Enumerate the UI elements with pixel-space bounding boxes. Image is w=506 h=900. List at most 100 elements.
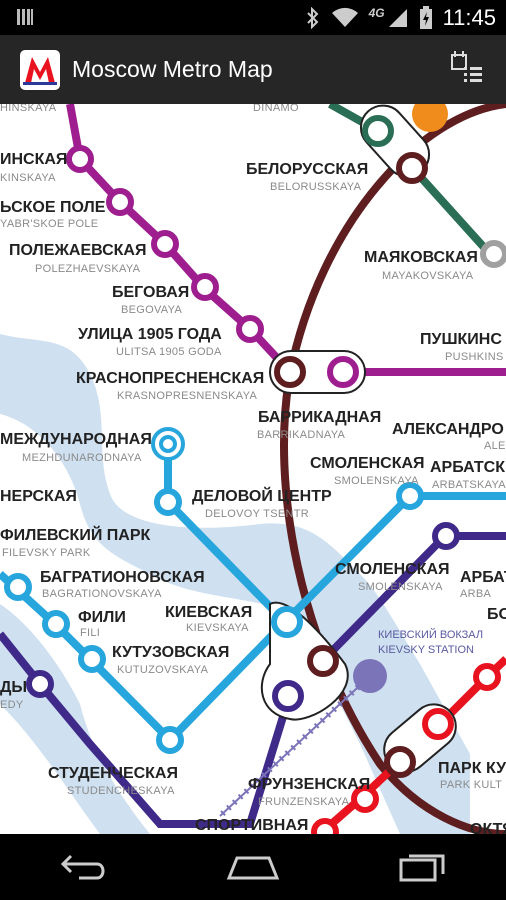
- station-smolenskaya-top[interactable]: [396, 482, 424, 510]
- label-ru-filevsky: ФИЛЕВСКИЙ ПАРК: [0, 525, 150, 544]
- label-en-frunzenskaya: FRUNZENSKAYA: [258, 796, 350, 808]
- label-ru-aleksandrovsky: АЛЕКСАНДРО: [392, 421, 504, 438]
- label-en-ninskaya: KINSKAYA: [0, 172, 56, 184]
- label-en-filevsky: FILEVSKY PARK: [2, 547, 91, 559]
- home-icon: [226, 856, 280, 880]
- label-ru-smolenskaya-top: СМОЛЕНСКАЯ: [310, 455, 425, 472]
- station-red-1[interactable]: [473, 663, 501, 691]
- status-bar: 4G 11:45: [0, 0, 506, 35]
- station-filevsky[interactable]: [4, 573, 32, 601]
- station-edy[interactable]: [26, 670, 54, 698]
- app-title: Moscow Metro Map: [72, 56, 273, 82]
- navigation-bar: [0, 834, 506, 900]
- label-ru-krasnopresnenskaya: КРАСНОПРЕСНЕНСКАЯ: [76, 370, 264, 387]
- label-ru-oktya-partial: ОКТЯ: [470, 821, 506, 834]
- back-icon: [61, 854, 105, 880]
- station-smolenskaya-mid[interactable]: [432, 522, 460, 550]
- station-delovoy[interactable]: [154, 488, 182, 516]
- label-ru-frunzenskaya: ФРУНЗЕНСКАЯ: [248, 776, 370, 793]
- label-ru-begovaya: БЕГОВАЯ: [112, 284, 189, 301]
- label-ru-delovoy: ДЕЛОВОЙ ЦЕНТР: [192, 486, 332, 505]
- station-fili[interactable]: [78, 645, 106, 673]
- wifi-icon: [331, 7, 358, 27]
- label-en-mayakovskaya: MAYAKOVSKAYA: [382, 270, 474, 282]
- label-ru-polezhaevskaya: ПОЛЕЖАЕВСКАЯ: [9, 242, 146, 259]
- label-ru-mayakovskaya: МАЯКОВСКАЯ: [364, 249, 478, 266]
- label-en-arbat-mid: ARBA: [460, 588, 492, 600]
- label-en-pushkinskaya: PUSHKINS: [445, 351, 504, 363]
- label-ru-ulitsa1905: УЛИЦА 1905 ГОДА: [78, 326, 222, 343]
- label-en-kutuzovskaya: KUTUZOVSKAYA: [117, 664, 209, 676]
- bluetooth-icon: [306, 6, 318, 29]
- label-ru-kutuzovskaya: КУТУЗОВСКАЯ: [112, 644, 229, 661]
- kievsky-vokzal-marker[interactable]: [353, 659, 387, 693]
- label-en-fili: FILI: [80, 627, 100, 639]
- label-ru-polye: ЬСКОЕ ПОЛЕ: [0, 199, 106, 216]
- station-bagrationovskaya[interactable]: [42, 610, 70, 638]
- label-en-polye: YABR'SKOE POLE: [0, 218, 98, 230]
- interchange-krasnopresnenskaya[interactable]: [269, 350, 366, 394]
- label-en-krasnopresnenskaya: KRASNOPRESNENSKAYA: [117, 390, 257, 402]
- label-ru-smolenskaya-mid: СМОЛЕНСКАЯ: [335, 561, 450, 578]
- label-ru-arbatskaya-top: АРБАТСК: [430, 459, 505, 476]
- label-en-park-kultury: PARK KULT: [440, 779, 502, 791]
- back-button[interactable]: [49, 847, 119, 887]
- label-ru-arbat-mid: АРБАТ: [460, 569, 506, 586]
- label-ru-ninskaya: ИНСКАЯ: [0, 151, 67, 168]
- signal-icon: [388, 8, 407, 27]
- station-studencheskaya[interactable]: [156, 726, 184, 754]
- label-ru-kievskaya: КИЕВСКАЯ: [165, 604, 252, 621]
- label-en-begovaya: BEGOVAYA: [121, 304, 182, 316]
- label-ru-park-kultury: ПАРК КУ: [438, 760, 506, 777]
- label-ru-studencheskaya: СТУДЕНЧЕСКАЯ: [48, 765, 178, 782]
- label-ru-kievsky-vokzal: КИЕВСКИЙ ВОКЗАЛ: [378, 628, 483, 641]
- network-type: 4G: [368, 5, 385, 20]
- station-list-button[interactable]: [450, 49, 486, 89]
- label-en-belorusskaya: BELORUSSKAYA: [270, 181, 362, 193]
- label-en-kievskaya: KIEVSKAYA: [186, 622, 249, 634]
- label-en-bagrationovskaya: BAGRATIONOVSKAYA: [42, 588, 162, 600]
- label-en-edy: EDY: [0, 699, 24, 711]
- clock: 11:45: [442, 4, 496, 30]
- label-en-delovoy: DELOVOY TSENTR: [205, 508, 309, 520]
- recents-icon: [399, 854, 445, 882]
- station-mezhdunarodnaya[interactable]: [151, 427, 185, 461]
- label-en-polezhaevskaya: POLEZHAEVSKAYA: [35, 263, 141, 275]
- station-red-3[interactable]: [311, 818, 339, 834]
- label-ru-belorusskaya: БЕЛОРУССКАЯ: [246, 161, 368, 178]
- label-en-smolenskaya-top: SMOLENSKAYA: [334, 475, 419, 487]
- calendar-list-icon: [451, 51, 482, 82]
- label-en-kievsky-vokzal: KIEVSKY STATION: [378, 644, 474, 656]
- battery-icon: [419, 5, 432, 29]
- home-button[interactable]: [218, 847, 288, 887]
- label-en-ulitsa1905: ULITSA 1905 GODA: [116, 346, 222, 358]
- label-en-arbatskaya-top: ARBATSKAYA: [432, 479, 506, 491]
- label-en-mezhdunarodnaya: MEZHDUNARODNAYA: [22, 452, 142, 464]
- label-en-top-partial: HINSKAYA: [0, 104, 57, 114]
- label-ru-sportivnaya: СПОРТИВНАЯ: [195, 817, 308, 834]
- action-bar: Moscow Metro Map: [0, 35, 506, 104]
- label-ru-vystavochnaya: НЕРСКАЯ: [0, 488, 77, 505]
- label-ru-bagrationovskaya: БАГРАТИОНОВСКАЯ: [40, 569, 205, 586]
- station-mayakovskaya[interactable]: [480, 240, 506, 268]
- label-ru-bo-partial: БО: [487, 606, 506, 623]
- label-en-aleksandrovsky: ALE: [484, 440, 506, 452]
- label-ru-pushkinskaya: ПУШКИНС: [420, 331, 502, 348]
- label-ru-mezhdunarodnaya: МЕЖДУНАРОДНАЯ: [0, 431, 152, 448]
- label-ru-fili: ФИЛИ: [78, 609, 126, 626]
- metro-map-canvas[interactable]: HINSKAYA DINAMO ИНСКАЯ KINSKAYA ЬСКОЕ ПО…: [0, 104, 506, 834]
- station-polezhaevskaya[interactable]: [151, 230, 179, 258]
- label-ru-edy: ДЫ: [0, 679, 27, 696]
- station-ulitsa1905[interactable]: [236, 315, 264, 343]
- notification-icon: [17, 9, 33, 25]
- station-polye[interactable]: [106, 188, 134, 216]
- recents-button[interactable]: [387, 847, 457, 887]
- label-en-dinamo: DINAMO: [253, 104, 299, 114]
- label-en-smolenskaya-mid: SMOLENSKAYA: [358, 581, 443, 593]
- station-begovaya[interactable]: [191, 273, 219, 301]
- station-ninskaya[interactable]: [66, 145, 94, 173]
- label-en-studencheskaya: STUDENCHESKAYA: [67, 785, 175, 797]
- label-ru-barrikadnaya: БАРРИКАДНАЯ: [258, 409, 381, 426]
- app-logo-icon[interactable]: [20, 49, 60, 90]
- metro-map[interactable]: HINSKAYA DINAMO ИНСКАЯ KINSKAYA ЬСКОЕ ПО…: [0, 104, 506, 834]
